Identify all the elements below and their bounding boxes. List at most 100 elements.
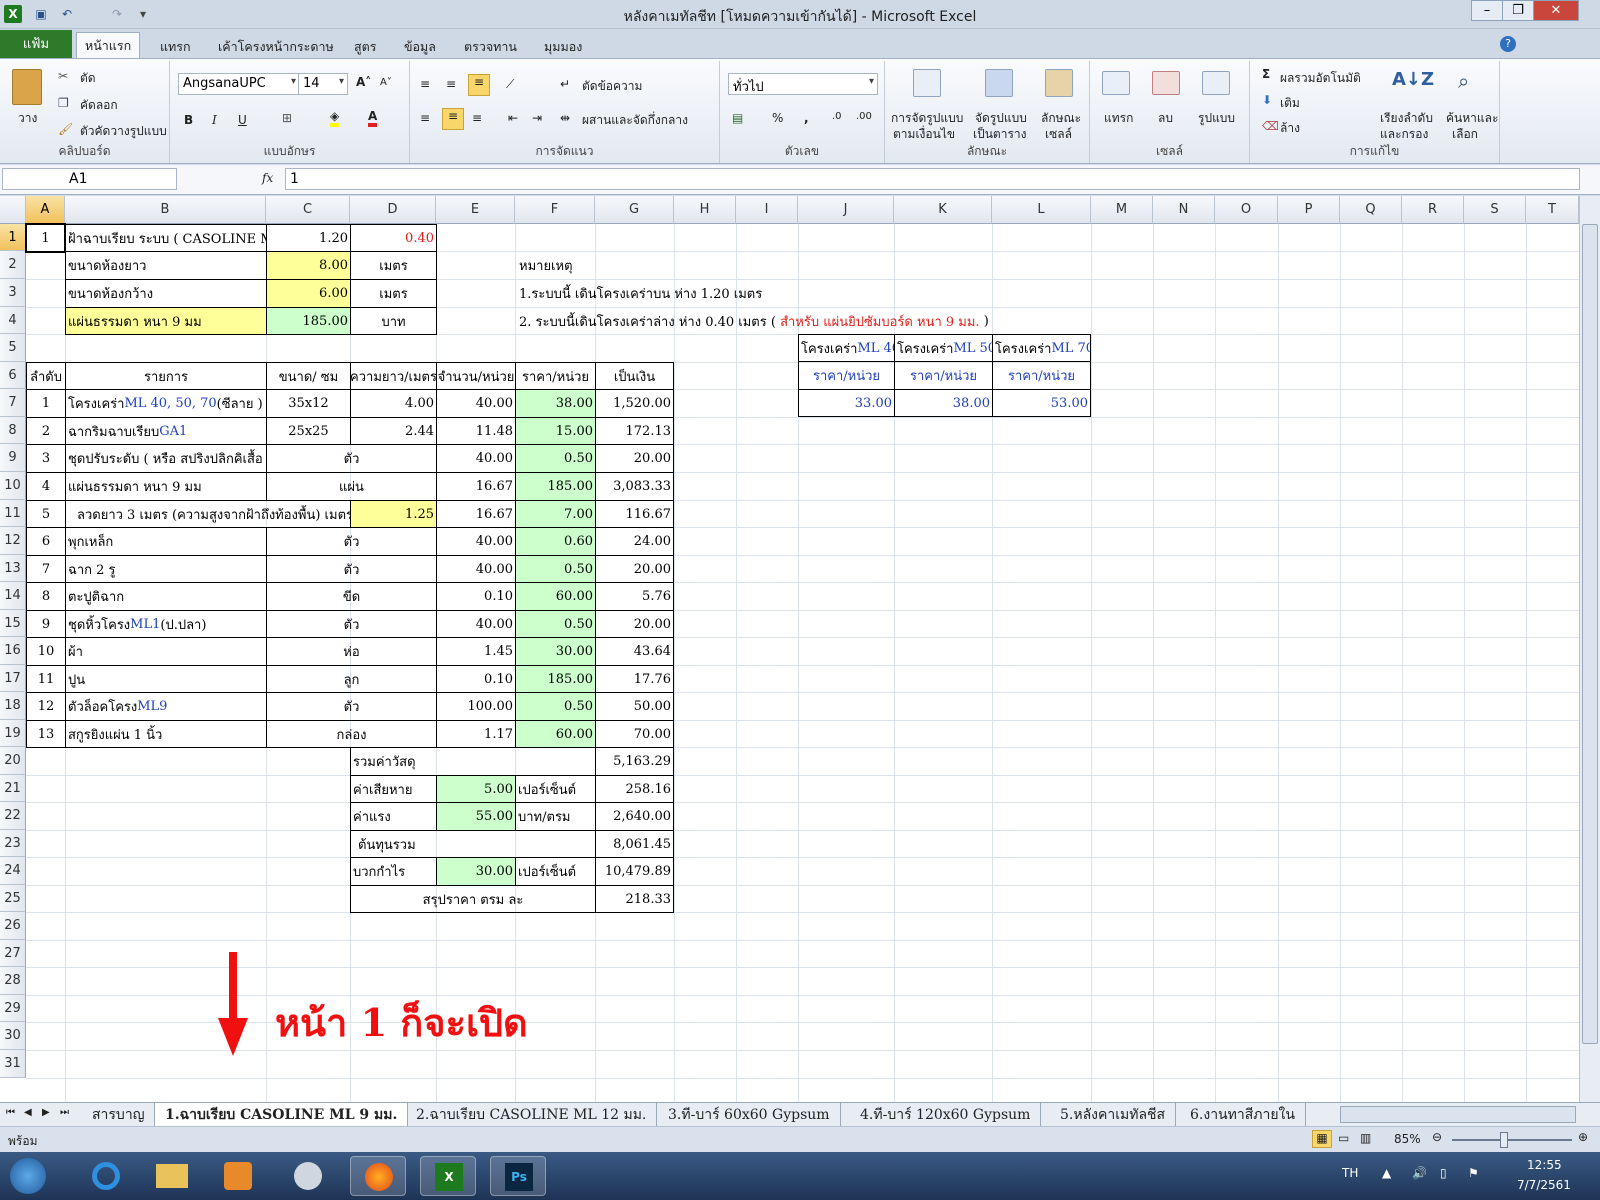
price-per-sqm-label[interactable]: สรุปราคา ตรม ละ bbox=[350, 885, 596, 913]
column-header[interactable]: B bbox=[65, 196, 266, 224]
row-header[interactable]: 5 bbox=[0, 334, 26, 362]
clock-time[interactable]: 12:55 bbox=[1527, 1158, 1562, 1172]
minimize-button[interactable]: – bbox=[1471, 0, 1503, 21]
row-header[interactable]: 12 bbox=[0, 527, 26, 555]
horizontal-scrollbar[interactable] bbox=[1340, 1106, 1576, 1123]
border-icon[interactable]: ⊞ bbox=[282, 111, 292, 125]
item-total[interactable]: 20.00 bbox=[595, 555, 674, 583]
frame-price-unit-label[interactable]: ราคา/หน่วย bbox=[894, 361, 993, 390]
cut-button[interactable]: ตัด bbox=[80, 69, 96, 88]
first-sheet-icon[interactable]: ⏮ bbox=[6, 1107, 15, 1118]
item-qty[interactable]: 40.00 bbox=[436, 555, 516, 583]
paste-button[interactable]: วาง bbox=[18, 109, 37, 128]
item-name[interactable]: ลวดยาว 3 เมตร (ความสูงจากฝ้าถึงท้องพื้น)… bbox=[65, 500, 351, 528]
item-no[interactable]: 10 bbox=[26, 637, 66, 666]
item-unit[interactable]: ขีด bbox=[266, 582, 437, 611]
cell-c1[interactable]: 1.20 bbox=[266, 224, 351, 252]
header-total[interactable]: เป็นเงิน bbox=[595, 362, 674, 390]
frame-price-unit-label[interactable]: ราคา/หน่วย bbox=[798, 361, 895, 390]
item-qty[interactable]: 100.00 bbox=[436, 692, 516, 721]
wrap-text-icon[interactable]: ↵ bbox=[560, 77, 570, 91]
item-name[interactable]: ปูน bbox=[65, 665, 267, 693]
item-no[interactable]: 9 bbox=[26, 610, 66, 638]
item-unit[interactable]: ตัว bbox=[266, 610, 437, 638]
volume-icon[interactable]: 🔊 bbox=[1412, 1166, 1427, 1180]
row-header[interactable]: 23 bbox=[0, 830, 26, 857]
column-header[interactable]: S bbox=[1464, 196, 1526, 224]
normal-view-icon[interactable]: ▦ bbox=[1312, 1130, 1332, 1148]
cell-b2[interactable]: ขนาดห้องยาว bbox=[65, 251, 267, 280]
waste-total[interactable]: 258.16 bbox=[595, 775, 674, 803]
header-no[interactable]: ลำดับ bbox=[26, 362, 66, 390]
shrink-font-icon[interactable]: A˅ bbox=[380, 77, 392, 88]
row-header[interactable]: 2 bbox=[0, 251, 26, 279]
autosum-icon[interactable]: Σ bbox=[1262, 67, 1270, 81]
profit-unit[interactable]: เปอร์เซ็นต์ bbox=[515, 857, 596, 886]
align-middle-icon[interactable]: ≡ bbox=[446, 77, 456, 91]
item-qty[interactable]: 16.67 bbox=[436, 472, 516, 501]
format-painter-button[interactable]: ตัวคัดวางรูปแบบ bbox=[80, 122, 167, 141]
item-no[interactable]: 7 bbox=[26, 555, 66, 583]
row-header[interactable]: 16 bbox=[0, 637, 26, 665]
scroll-thumb[interactable] bbox=[1582, 224, 1598, 1044]
page-break-view-icon[interactable]: ▥ bbox=[1360, 1131, 1371, 1145]
cell-b3[interactable]: ขนาดห้องกว้าง bbox=[65, 279, 267, 308]
header-length[interactable]: ความยาว/เมตร bbox=[350, 362, 437, 390]
item-no[interactable]: 3 bbox=[26, 444, 66, 473]
cell-styles-icon[interactable] bbox=[1045, 69, 1073, 97]
tab-review[interactable]: ตรวจทาน bbox=[456, 34, 525, 60]
item-name[interactable]: ผ้า bbox=[65, 637, 267, 666]
row-header[interactable]: 4 bbox=[0, 307, 26, 334]
align-top-icon[interactable]: ≡ bbox=[420, 77, 430, 91]
row-header[interactable]: 6 bbox=[0, 362, 26, 389]
column-header[interactable]: R bbox=[1402, 196, 1464, 224]
item-qty[interactable]: 0.10 bbox=[436, 665, 516, 693]
item-price[interactable]: 60.00 bbox=[515, 720, 596, 748]
item-name[interactable]: พุกเหล็ก bbox=[65, 527, 267, 556]
column-header[interactable]: J bbox=[798, 196, 894, 224]
item-price[interactable]: 30.00 bbox=[515, 637, 596, 666]
indent-increase-icon[interactable]: ⇥ bbox=[532, 111, 542, 125]
item-total[interactable]: 116.67 bbox=[595, 500, 674, 528]
cell-b1[interactable]: ฝ้าฉาบเรียบ ระบบ ( CASOLINE ML bbox=[65, 224, 267, 252]
tab-page-layout[interactable]: เค้าโครงหน้ากระดาษ bbox=[210, 34, 342, 60]
name-box[interactable]: A1 bbox=[2, 168, 177, 190]
next-sheet-icon[interactable]: ▶ bbox=[42, 1107, 50, 1118]
item-total[interactable]: 43.64 bbox=[595, 637, 674, 666]
formula-input[interactable]: 1 bbox=[285, 168, 1580, 190]
merge-center-button[interactable]: ผสานและจัดกึ่งกลาง bbox=[582, 111, 688, 130]
copy-button[interactable]: คัดลอก bbox=[80, 96, 118, 115]
item-total[interactable]: 172.13 bbox=[595, 417, 674, 445]
cost-total[interactable]: 8,061.45 bbox=[595, 830, 674, 858]
item-qty[interactable]: 40.00 bbox=[436, 527, 516, 556]
item-price[interactable]: 60.00 bbox=[515, 582, 596, 611]
grow-font-icon[interactable]: A˄ bbox=[356, 75, 371, 89]
italic-button[interactable]: I bbox=[212, 113, 217, 127]
vertical-scrollbar[interactable] bbox=[1579, 196, 1600, 1102]
waste-label[interactable]: ค่าเสียหาย bbox=[350, 775, 437, 803]
photoshop-icon[interactable]: Ps bbox=[490, 1156, 546, 1196]
restore-button[interactable]: ❐ bbox=[1502, 0, 1534, 21]
row-header[interactable]: 14 bbox=[0, 582, 26, 610]
show-hidden-icons-icon[interactable]: ▲ bbox=[1382, 1166, 1391, 1180]
row-header[interactable]: 31 bbox=[0, 1050, 26, 1078]
format-cells-icon[interactable] bbox=[1202, 71, 1230, 95]
labor-total[interactable]: 2,640.00 bbox=[595, 802, 674, 831]
sheet-tab-toc[interactable]: สารบาญ bbox=[82, 1103, 156, 1126]
zoom-in-icon[interactable]: ⊕ bbox=[1578, 1130, 1588, 1144]
clock-date[interactable]: 7/7/2561 bbox=[1517, 1178, 1571, 1192]
item-unit[interactable]: ลูก bbox=[266, 665, 437, 693]
item-unit[interactable]: กล่อง bbox=[266, 720, 437, 748]
header-price[interactable]: ราคา/หน่วย bbox=[515, 362, 596, 390]
increase-decimal-icon[interactable]: .0 bbox=[832, 111, 842, 122]
note-title[interactable]: หมายเหตุ bbox=[516, 251, 716, 280]
page-layout-view-icon[interactable]: ▭ bbox=[1338, 1131, 1349, 1145]
row-header[interactable]: 25 bbox=[0, 885, 26, 912]
row-header[interactable]: 9 bbox=[0, 444, 26, 472]
insert-cells-icon[interactable] bbox=[1102, 71, 1130, 95]
decrease-decimal-icon[interactable]: .00 bbox=[856, 111, 872, 122]
last-sheet-icon[interactable]: ⏭ bbox=[60, 1107, 69, 1118]
frame-price-header[interactable]: โครงเคร่า ML 70 bbox=[992, 334, 1091, 362]
copy-icon[interactable]: ❐ bbox=[58, 96, 69, 110]
fill-color-icon[interactable]: ◈ bbox=[330, 109, 340, 127]
